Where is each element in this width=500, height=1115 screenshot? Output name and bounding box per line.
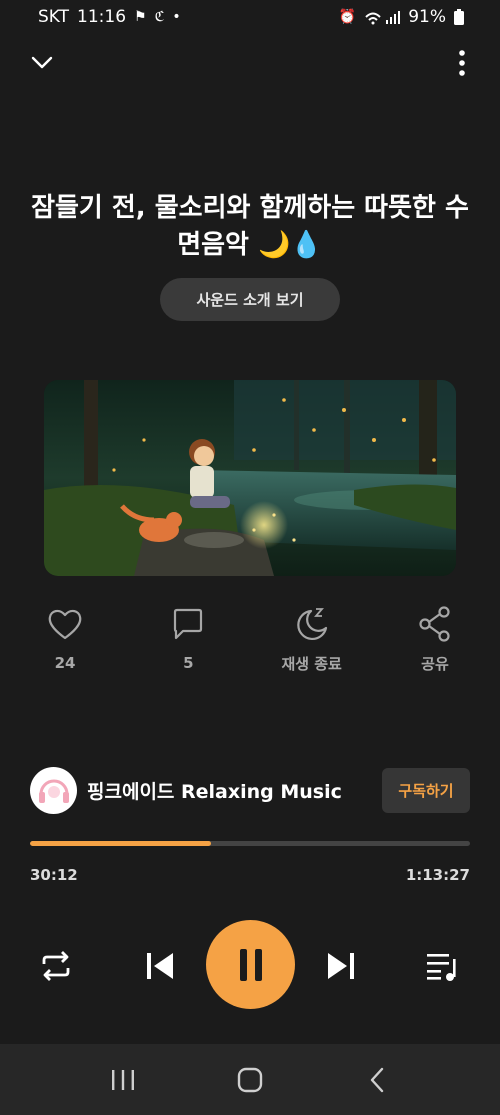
signal-icon	[365, 11, 401, 25]
moon-zz-icon	[296, 607, 327, 640]
more-options-button[interactable]	[452, 46, 472, 80]
progress-fill	[30, 841, 211, 846]
skip-next-icon	[328, 953, 354, 979]
next-button[interactable]	[323, 946, 359, 986]
chevron-down-icon	[31, 56, 53, 69]
playlist-icon	[427, 954, 456, 981]
channel-row: 핑크에이드 Relaxing Music 구독하기	[30, 766, 470, 814]
heart-icon	[48, 609, 82, 640]
like-button[interactable]: 24	[15, 604, 115, 674]
alarm-icon: ⏰	[338, 9, 357, 25]
skip-previous-icon	[147, 953, 173, 979]
home-icon	[237, 1067, 263, 1092]
pause-button[interactable]	[206, 920, 295, 1009]
notification-icon: ⚑	[134, 9, 147, 25]
clock-label: 11:16	[77, 7, 127, 27]
repeat-button[interactable]	[36, 946, 76, 986]
carrier-label: SKT	[38, 7, 70, 27]
current-time: 30:12	[30, 866, 78, 884]
repeat-icon	[42, 951, 70, 981]
comment-button[interactable]: 5	[138, 604, 238, 674]
back-icon	[370, 1067, 383, 1092]
previous-button[interactable]	[142, 946, 178, 986]
cover-artwork	[44, 380, 456, 576]
sound-intro-button[interactable]: 사운드 소개 보기	[160, 278, 340, 321]
comment-count: 5	[183, 654, 194, 672]
status-right: ⏰ 91%	[339, 7, 464, 27]
back-button[interactable]	[347, 1055, 407, 1105]
battery-icon	[454, 9, 464, 25]
recent-apps-button[interactable]	[93, 1055, 153, 1105]
actions-row: 24 5 재생 종료 공유	[15, 604, 485, 674]
share-label: 공유	[421, 655, 449, 673]
channel-avatar[interactable]	[30, 766, 77, 814]
recent-apps-icon	[112, 1069, 135, 1090]
battery-percent: 91%	[408, 7, 446, 27]
status-left: SKT 11:16 ⚑ ℭ •	[38, 7, 181, 27]
share-button[interactable]: 공유	[385, 604, 485, 674]
channel-name[interactable]: 핑크에이드 Relaxing Music	[87, 777, 382, 804]
status-bar: SKT 11:16 ⚑ ℭ • ⏰ 91%	[0, 0, 500, 34]
total-time: 1:13:27	[405, 866, 470, 884]
sleep-timer-label: 재생 종료	[281, 655, 342, 673]
like-count: 24	[54, 654, 76, 672]
pause-icon	[239, 948, 262, 981]
comment-icon	[174, 608, 203, 640]
dot-icon: •	[172, 9, 181, 25]
share-icon	[419, 605, 450, 642]
subscribe-button[interactable]: 구독하기	[382, 767, 470, 813]
track-title: 잠들기 전, 물소리와 함께하는 따뜻한 수면음악 🌙💧	[31, 193, 469, 260]
playlist-button[interactable]	[422, 946, 464, 986]
progress-bar[interactable]	[30, 841, 470, 846]
headphones-logo-icon	[38, 779, 69, 803]
collapse-button[interactable]	[26, 48, 58, 78]
sync-icon: ℭ	[154, 9, 165, 25]
home-button[interactable]	[220, 1055, 280, 1105]
system-nav-bar	[0, 1044, 500, 1115]
more-vertical-icon	[459, 50, 465, 76]
sleep-timer-button[interactable]: 재생 종료	[262, 604, 362, 674]
